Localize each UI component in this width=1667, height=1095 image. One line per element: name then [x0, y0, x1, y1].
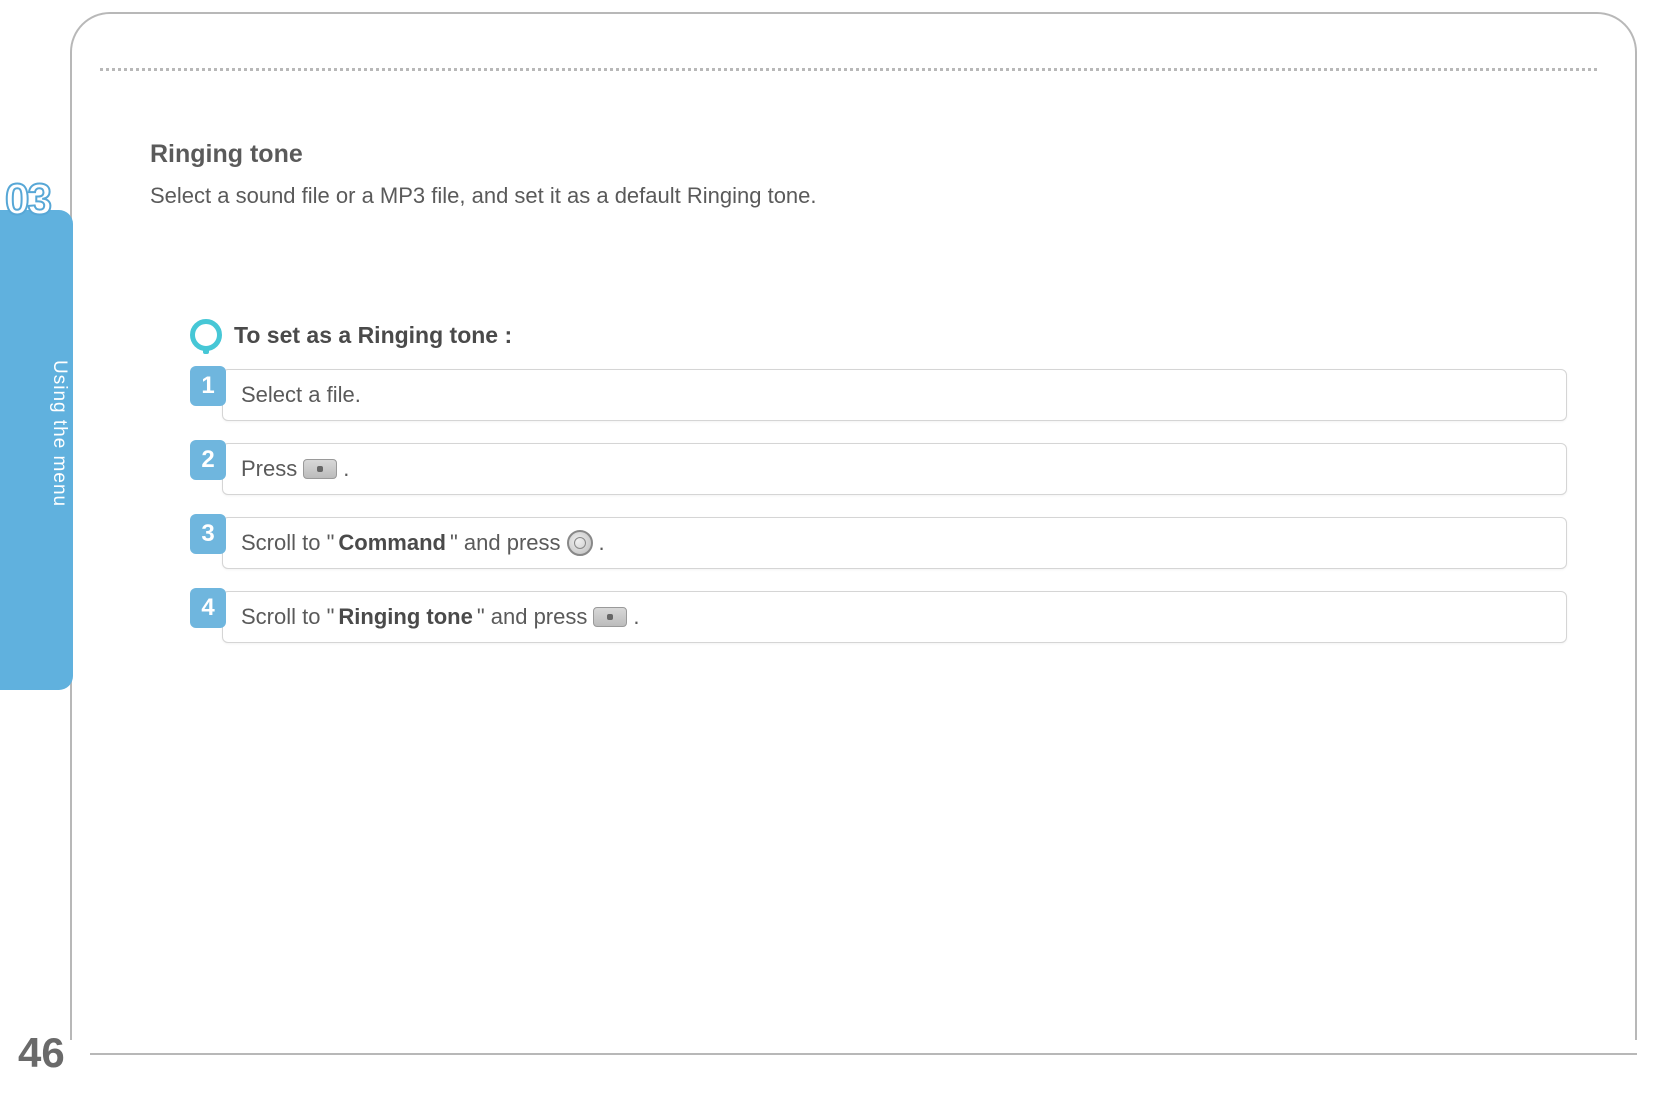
step-body: Scroll to "Command" and press .: [222, 517, 1567, 569]
bottom-rule: [90, 1053, 1637, 1055]
steps-heading: To set as a Ringing tone :: [234, 322, 512, 349]
step-body: Press .: [222, 443, 1567, 495]
step-body: Select a file.: [222, 369, 1567, 421]
step-text: " and press: [477, 604, 588, 630]
step-number: 3: [190, 514, 226, 554]
section-title: Ringing tone: [150, 140, 1567, 169]
step-text: Scroll to ": [241, 530, 334, 556]
step-number: 4: [190, 588, 226, 628]
step-text: .: [343, 456, 349, 482]
step-text: Select a file.: [241, 382, 361, 408]
step-text: " and press: [450, 530, 561, 556]
chapter-number: 03: [5, 175, 50, 225]
dotted-divider: [100, 68, 1597, 71]
step-bold: Ringing tone: [338, 604, 472, 630]
step-text: .: [633, 604, 639, 630]
step-body: Scroll to "Ringing tone" and press .: [222, 591, 1567, 643]
softkey-icon: [593, 607, 627, 627]
step-text: Press: [241, 456, 297, 482]
step-row: 4Scroll to "Ringing tone" and press .: [190, 591, 1567, 643]
step-row: 1 Select a file.: [190, 369, 1567, 421]
section-description: Select a sound file or a MP3 file, and s…: [150, 183, 1567, 209]
steps-block: To set as a Ringing tone : 1 Select a fil…: [190, 319, 1567, 643]
step-row: 3Scroll to "Command" and press .: [190, 517, 1567, 569]
content-area: Ringing tone Select a sound file or a MP…: [150, 140, 1567, 665]
side-tab-label: Using the menu: [48, 360, 70, 507]
steps-heading-row: To set as a Ringing tone :: [190, 319, 1567, 351]
bullet-icon: [190, 319, 222, 351]
softkey-icon: [303, 459, 337, 479]
step-number: 1: [190, 366, 226, 406]
step-text: .: [599, 530, 605, 556]
nav-key-icon: [567, 530, 593, 556]
step-bold: Command: [338, 530, 446, 556]
step-number: 2: [190, 440, 226, 480]
step-row: 2Press .: [190, 443, 1567, 495]
step-text: Scroll to ": [241, 604, 334, 630]
page-number: 46: [18, 1029, 65, 1077]
